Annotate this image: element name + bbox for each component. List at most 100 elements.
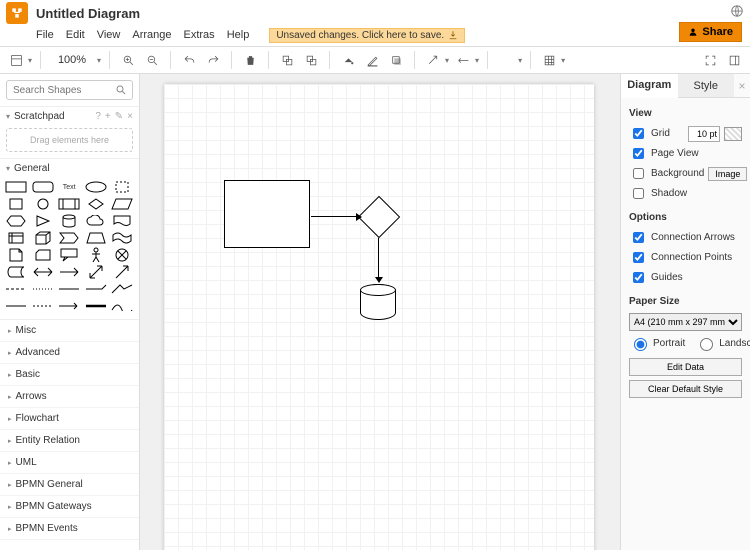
shape-data-storage[interactable] [4,265,28,279]
zoom-level[interactable]: 100% [49,54,95,66]
shape-connector1[interactable] [84,282,108,296]
shape-connector2[interactable] [110,282,134,296]
shape-callout[interactable] [57,248,81,262]
category-bpmn-events[interactable]: ▸BPMN Events [0,518,139,540]
shape-cylinder[interactable] [57,214,81,228]
shape-actor[interactable] [84,248,108,262]
connection-button[interactable] [423,50,443,70]
pageview-checkbox[interactable] [633,148,644,159]
shape-rounded-rect[interactable] [31,180,55,194]
line-color-button[interactable] [362,50,382,70]
zoom-in-button[interactable] [118,50,138,70]
category-entity-relation[interactable]: ▸Entity Relation [0,430,139,452]
edit-data-button[interactable]: Edit Data [629,358,742,376]
shape-arrow-diag2[interactable] [110,265,134,279]
search-input[interactable] [6,80,133,100]
shape-ellipse[interactable] [84,180,108,194]
menu-view[interactable]: View [97,29,121,41]
scratchpad-header[interactable]: ▾ Scratchpad ? + ✎ × [0,106,139,126]
fill-color-button[interactable] [338,50,358,70]
share-button[interactable]: Share [679,22,742,42]
close-icon[interactable]: × [127,111,133,122]
chevron-down-icon[interactable]: ▾ [518,56,522,65]
scratchpad-dropzone[interactable]: Drag elements here [6,128,133,152]
shadow-button[interactable] [386,50,406,70]
connection-1[interactable] [311,216,357,217]
background-checkbox[interactable] [633,168,644,179]
category-bpmn-gateways[interactable]: ▸BPMN Gateways [0,496,139,518]
table-button[interactable] [539,50,559,70]
category-advanced[interactable]: ▸Advanced [0,342,139,364]
shape-cloud[interactable] [84,214,108,228]
shape-note[interactable] [4,248,28,262]
help-icon[interactable]: ? [95,111,101,122]
conn-points-checkbox[interactable] [633,252,644,263]
language-icon[interactable] [730,4,744,18]
shape-internal-storage[interactable] [4,231,28,245]
shape-process[interactable] [57,197,81,211]
shape-or[interactable] [110,248,134,262]
redo-button[interactable] [203,50,223,70]
shape-arrow-right[interactable] [57,265,81,279]
shape-conn-thick[interactable] [84,299,108,313]
portrait-radio[interactable]: Portrait [629,335,685,351]
menu-extras[interactable]: Extras [184,29,215,41]
category-basic[interactable]: ▸Basic [0,364,139,386]
to-front-button[interactable] [277,50,297,70]
shape-arrow-bidir[interactable] [31,265,55,279]
unsaved-banner[interactable]: Unsaved changes. Click here to save. [269,28,465,43]
shape-tape[interactable] [110,231,134,245]
diagram-shape-cylinder[interactable] [360,284,396,320]
category-bpmn-general[interactable]: ▸BPMN General [0,474,139,496]
grid-size-input[interactable] [688,126,720,142]
chevron-down-icon[interactable]: ▾ [28,56,32,65]
to-back-button[interactable] [301,50,321,70]
menu-file[interactable]: File [36,29,54,41]
category-arrows[interactable]: ▸Arrows [0,386,139,408]
zoom-out-button[interactable] [142,50,162,70]
chevron-down-icon[interactable]: ▾ [97,56,101,65]
clear-style-button[interactable]: Clear Default Style [629,380,742,398]
shape-conn-dash[interactable] [31,299,55,313]
menu-help[interactable]: Help [227,29,250,41]
shape-document[interactable] [110,214,134,228]
shape-line-dashed[interactable] [4,282,28,296]
shape-parallelogram[interactable] [110,197,134,211]
tab-diagram[interactable]: Diagram [621,74,678,98]
shape-line-dotted[interactable] [31,282,55,296]
guides-checkbox[interactable] [633,272,644,283]
paper[interactable] [164,84,594,550]
landscape-radio[interactable]: Landscape [695,335,750,351]
diagram-shape-rect[interactable] [224,180,310,248]
paper-size-select[interactable]: A4 (210 mm x 297 mm) [629,313,742,331]
waypoint-button[interactable] [453,50,473,70]
tab-style[interactable]: Style [678,74,735,97]
shape-card[interactable] [31,248,55,262]
shape-conn-arrow[interactable] [57,299,81,313]
category-flowchart[interactable]: ▸Flowchart [0,408,139,430]
menu-edit[interactable]: Edit [66,29,85,41]
edit-icon[interactable]: ✎ [115,111,123,122]
shape-cube[interactable] [31,231,55,245]
shape-conn-solid[interactable] [4,299,28,313]
close-panel-icon[interactable]: × [734,74,750,97]
insert-button[interactable] [496,50,516,70]
shape-step[interactable] [57,231,81,245]
canvas[interactable] [140,74,620,550]
background-image-button[interactable]: Image [708,167,747,181]
menu-arrange[interactable]: Arrange [132,29,171,41]
chevron-down-icon[interactable]: ▾ [561,56,565,65]
chevron-down-icon[interactable]: ▾ [475,56,479,65]
category-misc[interactable]: ▸Misc [0,320,139,342]
format-panel-button[interactable] [724,50,744,70]
general-header[interactable]: ▾ General [0,158,139,178]
shape-line[interactable] [57,282,81,296]
shape-text[interactable]: Text [57,180,81,194]
shape-triangle[interactable] [31,214,55,228]
shape-hexagon[interactable] [4,214,28,228]
connection-2[interactable] [378,238,379,278]
shape-square-dashed[interactable] [110,180,134,194]
document-title[interactable]: Untitled Diagram [36,6,140,21]
shape-rect[interactable] [4,180,28,194]
grid-checkbox[interactable] [633,128,644,139]
